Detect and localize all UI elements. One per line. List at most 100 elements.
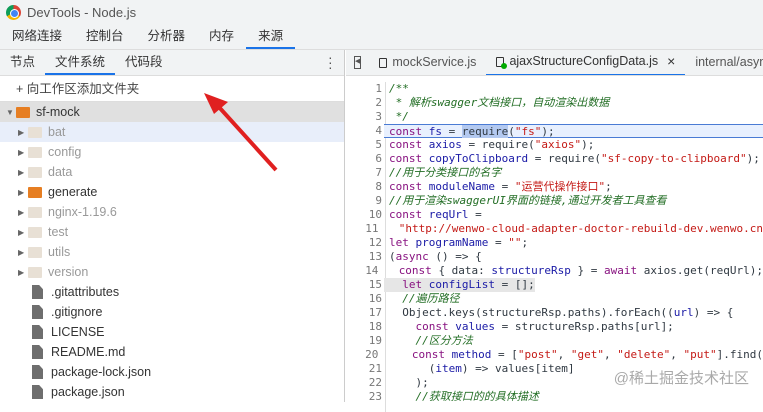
tree-folder[interactable]: ▶ test [0,222,344,242]
collapsed-triangle-icon: ▶ [18,268,28,277]
code-token: ); [747,152,760,165]
code-token: values [455,320,495,333]
code-token: */ [389,110,409,123]
code-token: "" [508,236,521,249]
code-token: //用于分类接口的名字 [389,166,501,179]
more-options-icon[interactable]: ··· [328,55,332,70]
tree-folder[interactable]: ▶config [0,142,344,162]
code-text: * 解析swagger文档接口，自动渲染出数据 [384,96,609,110]
code-token: "get" [571,348,604,361]
tab-memory[interactable]: 内存 [197,24,246,49]
tree-file[interactable]: package.json [0,382,344,402]
line-number: 3 [346,110,384,124]
line-number: 8 [346,180,384,194]
code-line: 6const copyToClipboard = require("sf-cop… [346,152,763,166]
code-line: 19 //区分方法 [346,334,763,348]
code-token: await [604,264,644,277]
line-number: 13 [346,250,384,264]
tree-root-label: sf-mock [36,105,80,119]
file-tab-internal[interactable]: internal/async [685,50,763,75]
tree-folder[interactable]: ▶version [0,262,344,282]
line-number: 22 [346,376,384,390]
code-token: = [ [491,348,518,361]
collapsed-triangle-icon: ▶ [18,248,28,257]
code-text: const values = structureRsp.paths[url]; [384,320,674,334]
add-folder-button[interactable]: + 向工作区添加文件夹 [0,76,344,102]
tree-file[interactable]: LICENSE [0,322,344,342]
file-tab-ajaxstructure[interactable]: ajaxStructureConfigData.js × [486,50,685,76]
file-tab-label: internal/async [695,50,763,75]
file-icon [32,345,43,359]
folder-label: generate [48,185,97,199]
code-line: 16 //遍历路径 [346,292,763,306]
collapsed-triangle-icon: ▶ [18,228,28,237]
code-token [385,348,412,361]
file-icon [379,58,387,68]
tree-folder[interactable]: ▶bat [0,122,344,142]
file-tab-label: ajaxStructureConfigData.js [509,50,658,74]
code-token: copyToClipboard [429,152,528,165]
code-text: const fs = require("fs"); [384,124,763,138]
tree-file[interactable]: .gitattributes [0,282,344,302]
tab-network[interactable]: 网络连接 [0,24,74,49]
folder-icon [28,247,42,258]
tab-sources[interactable]: 来源 [246,24,295,49]
editor-panel: ◀ mockService.js ajaxStructureConfigData… [346,50,763,402]
tree-folder[interactable]: ▶data [0,162,344,182]
code-token: = require( [528,152,601,165]
code-token: ) => values[item] [462,362,575,375]
tab-profiler[interactable]: 分析器 [136,24,198,49]
tab-filesystem[interactable]: 文件系统 [45,50,115,75]
code-text: ); [384,376,429,390]
navigator-panel: 节点 文件系统 代码段 ··· + 向工作区添加文件夹 ▼ sf-mock ▶b… [0,50,345,402]
main-tabs: 网络连接 控制台 分析器 内存 来源 [0,24,763,50]
line-number: 15 [346,278,384,292]
code-token [389,320,416,333]
code-line: 15 let configList = []; [346,278,763,292]
line-number: 21 [346,362,384,376]
code-token: const [389,138,429,151]
code-token: async [396,250,429,263]
collapsed-triangle-icon: ▶ [18,168,28,177]
tab-console[interactable]: 控制台 [74,24,136,49]
code-token: const [412,348,452,361]
folder-icon [28,127,42,138]
line-number: 4 [346,124,384,138]
tree-folder[interactable]: ▶generate [0,182,344,202]
file-tab-mockservice[interactable]: mockService.js [369,50,486,75]
code-token: = [488,236,508,249]
tree-folder[interactable]: ▶nginx-1.19.6 [0,202,344,222]
code-token: ); [581,138,594,151]
folder-icon [28,147,42,158]
close-icon[interactable]: × [667,50,675,74]
code-line: 13(async () => { [346,250,763,264]
line-number: 9 [346,194,384,208]
tree-file[interactable]: package-lock.json [0,362,344,382]
tree-folder[interactable]: ▶utils [0,242,344,262]
file-icon [32,305,43,319]
code-text: const reqUrl = [384,208,482,222]
tree-root[interactable]: ▼ sf-mock [0,102,344,122]
code-editor[interactable]: 1/**2 * 解析swagger文档接口，自动渲染出数据3 */4const … [346,76,763,404]
code-token: ); [389,376,429,389]
code-token: /** [389,82,409,95]
code-token: , [604,348,617,361]
tab-snippets[interactable]: 代码段 [115,50,173,75]
code-text: //用于渲染swaggerUI界面的链接,通过开发者工具查看 [384,194,666,208]
code-token: } = [571,264,604,277]
code-token: axios.get(reqUrl); [644,264,763,277]
expanded-triangle-icon: ▼ [6,108,16,117]
code-token: = [495,180,515,193]
code-token: "http://wenwo-cloud-adapter-doctor-rebui… [399,222,763,235]
folder-label: bat [48,125,65,139]
code-text: Object.keys(structureRsp.paths).forEach(… [384,306,733,320]
tab-node[interactable]: 节点 [0,50,45,75]
code-token: configList [429,278,495,291]
tree-file[interactable]: .gitignore [0,302,344,322]
folder-label: test [48,225,68,239]
code-token [389,334,416,347]
collapsed-triangle-icon: ▶ [18,148,28,157]
tree-file[interactable]: README.md [0,342,344,362]
file-tabs: ◀ mockService.js ajaxStructureConfigData… [346,50,763,76]
toggle-navigator-icon[interactable]: ◀ [354,56,361,69]
